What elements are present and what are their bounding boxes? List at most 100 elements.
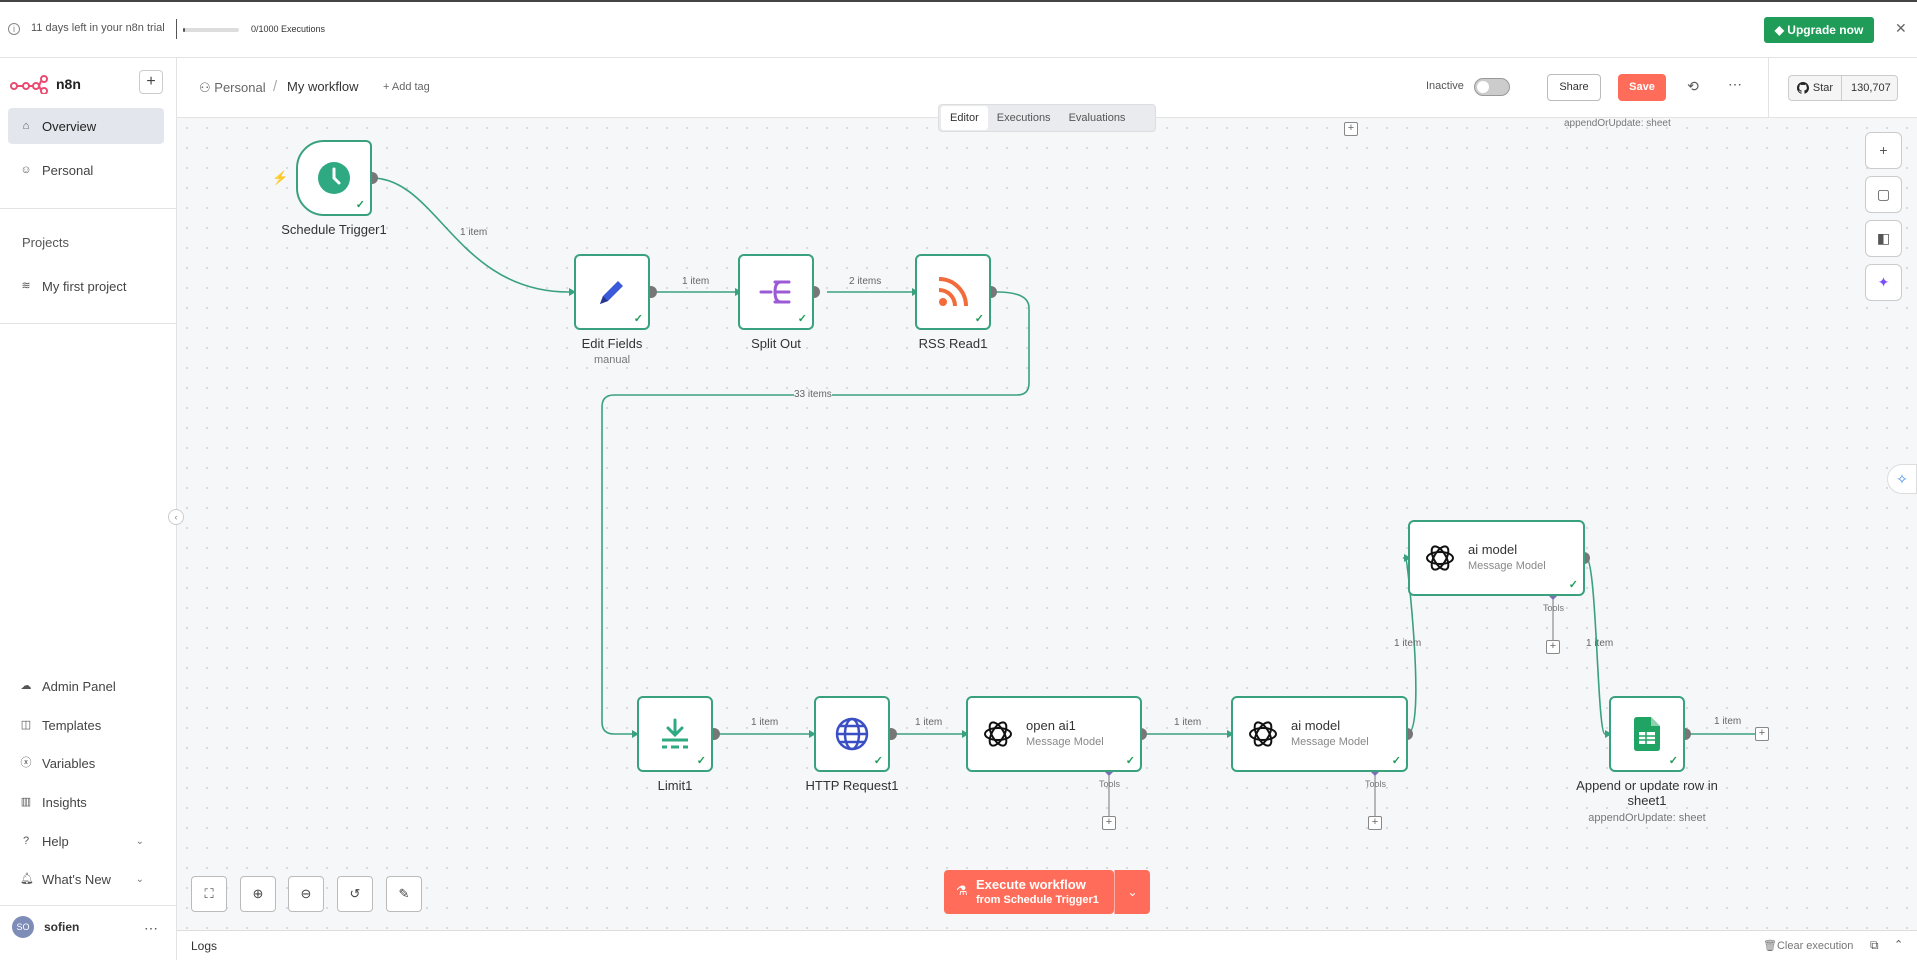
user-menu[interactable]: SO sofien xyxy=(12,916,79,938)
add-node-button[interactable]: + xyxy=(1755,727,1769,741)
sidebar-item-admin-panel[interactable]: ☁ Admin Panel xyxy=(8,668,164,704)
node-subtitle: Message Model xyxy=(1291,736,1369,748)
add-tool-button[interactable]: + xyxy=(1546,640,1560,654)
zoom-in-icon[interactable]: ⊕ xyxy=(240,876,276,912)
more-icon[interactable]: ⋯ xyxy=(1728,76,1742,93)
ai-assistant-icon[interactable]: ✦ xyxy=(1865,264,1902,301)
success-check-icon: ✓ xyxy=(1668,755,1678,767)
workflow-canvas[interactable]: + appendOrUpdate: sheet ✓ ⚡ Schedule Tri… xyxy=(177,118,1917,930)
add-node-button[interactable]: + xyxy=(1344,122,1358,136)
fit-view-icon[interactable]: ⛶ xyxy=(191,876,227,912)
upgrade-button[interactable]: ◆ Upgrade now xyxy=(1764,17,1874,43)
active-toggle[interactable] xyxy=(1474,78,1510,96)
app-name: n8n xyxy=(56,76,81,92)
node-edit-fields[interactable]: ✓ xyxy=(574,254,650,330)
github-icon xyxy=(1796,82,1809,94)
node-schedule-trigger[interactable]: ✓ xyxy=(296,140,372,216)
variable-icon: ⓧ xyxy=(20,757,32,769)
chevron-up-icon[interactable]: ⌃ xyxy=(1894,938,1903,951)
node-label: RSS Read1 xyxy=(918,336,988,351)
sidebar-divider xyxy=(0,208,177,209)
node-split-out[interactable]: ✓ xyxy=(738,254,814,330)
sidebar: n8n + ⌂ Overview ☺ Personal Projects ≋ M… xyxy=(0,58,177,960)
node-title: ai model xyxy=(1291,718,1341,733)
logo[interactable]: n8n xyxy=(10,74,81,94)
sidebar-item-my-first-project[interactable]: ≋ My first project xyxy=(8,268,164,304)
close-icon[interactable]: ✕ xyxy=(1895,20,1907,37)
tools-label: Tools xyxy=(1099,779,1121,789)
ask-assistant-icon[interactable]: ✧ xyxy=(1887,464,1917,494)
node-limit[interactable]: ✓ xyxy=(637,696,713,772)
user-icon: ⚇ xyxy=(199,80,215,95)
tools-label: Tools xyxy=(1543,603,1565,613)
add-tool-button[interactable]: + xyxy=(1368,816,1382,830)
execute-options-button[interactable]: ⌄ xyxy=(1114,870,1150,914)
chevron-down-icon: ⌄ xyxy=(135,835,144,847)
workflow-name[interactable]: My workflow xyxy=(287,79,359,94)
node-open-ai[interactable]: open ai1 Message Model ✓ xyxy=(966,696,1142,772)
pop-out-icon[interactable]: ⧉ xyxy=(1870,938,1879,953)
node-label: Split Out xyxy=(751,336,801,351)
n8n-logo-icon xyxy=(10,75,48,94)
add-node-panel-button[interactable]: + xyxy=(1865,132,1902,169)
tidy-up-icon[interactable]: ✎ xyxy=(386,876,422,912)
sticky-note-icon[interactable]: ▢ xyxy=(1865,176,1902,213)
node-http-request[interactable]: ✓ xyxy=(814,696,890,772)
create-button[interactable]: + xyxy=(139,70,163,94)
add-tool-button[interactable]: + xyxy=(1102,816,1116,830)
node-google-sheets[interactable]: ✓ xyxy=(1609,696,1685,772)
sidebar-item-insights[interactable]: ▥ Insights xyxy=(8,784,164,820)
connection-label: 33 items xyxy=(794,389,832,400)
node-subtitle: Message Model xyxy=(1026,736,1104,748)
tab-executions[interactable]: Executions xyxy=(988,106,1060,130)
breadcrumb-personal[interactable]: ⚇ Personal xyxy=(199,80,266,96)
github-star-count: 130,707 xyxy=(1851,82,1891,94)
sidebar-item-overview[interactable]: ⌂ Overview xyxy=(8,108,164,144)
add-tag-button[interactable]: + Add tag xyxy=(383,81,430,93)
logs-panel[interactable]: Logs 🗑︎Clear execution ⧉ ⌃ xyxy=(177,930,1917,960)
node-ai-model[interactable]: ai model Message Model ✓ xyxy=(1231,696,1408,772)
chevron-down-icon: ⌄ xyxy=(135,873,144,885)
sidebar-item-whats-new[interactable]: 🔔︎ What's New ⌄ xyxy=(8,861,164,897)
history-icon[interactable]: ⟲ xyxy=(1684,78,1702,96)
tab-evaluations[interactable]: Evaluations xyxy=(1060,106,1135,130)
pencil-icon xyxy=(600,281,623,304)
connection-label: 1 item xyxy=(682,276,710,287)
clear-execution-button[interactable]: 🗑︎Clear execution xyxy=(1763,939,1853,952)
more-icon[interactable]: ⋯ xyxy=(144,920,158,937)
collapse-sidebar-button[interactable]: ‹ xyxy=(168,509,184,525)
node-rss-read[interactable]: ✓ xyxy=(915,254,991,330)
reset-zoom-icon[interactable]: ↺ xyxy=(337,876,373,912)
share-button[interactable]: Share xyxy=(1547,74,1601,101)
node-ai-model[interactable]: ai model Message Model ✓ xyxy=(1408,520,1585,596)
sidebar-item-templates[interactable]: ◫ Templates xyxy=(8,707,164,743)
panel-toggle-icon[interactable]: ◧ xyxy=(1865,220,1902,257)
trial-text: 11 days left in your n8n trial xyxy=(31,22,165,34)
sidebar-item-help[interactable]: ? Help ⌄ xyxy=(8,823,164,859)
node-subtitle: appendOrUpdate: sheet xyxy=(1564,118,1671,129)
node-subtitle: manual xyxy=(593,354,631,366)
chart-icon: ▥ xyxy=(20,796,32,808)
success-check-icon: ✓ xyxy=(355,199,365,211)
cloud-icon: ☁ xyxy=(20,680,32,692)
sidebar-item-personal[interactable]: ☺ Personal xyxy=(8,152,164,188)
save-button[interactable]: Save xyxy=(1618,74,1666,101)
trash-icon: 🗑︎ xyxy=(1763,940,1777,952)
connection-label: 1 item xyxy=(915,717,943,728)
execute-workflow-button[interactable]: ⚗ Execute workflow from Schedule Trigger… xyxy=(944,870,1114,914)
zoom-out-icon[interactable]: ⊖ xyxy=(288,876,324,912)
logs-title: Logs xyxy=(191,939,218,953)
node-subtitle: appendOrUpdate: sheet xyxy=(1588,812,1706,824)
openai-icon xyxy=(984,721,1012,747)
github-star-button[interactable]: Star 130,707 xyxy=(1788,75,1898,101)
tab-editor[interactable]: Editor xyxy=(941,106,988,130)
sidebar-item-variables[interactable]: ⓧ Variables xyxy=(8,745,164,781)
diamond-icon: ◆ xyxy=(1774,23,1784,37)
sidebar-divider xyxy=(0,905,177,906)
user-name: sofien xyxy=(44,920,80,934)
node-label: Schedule Trigger1 xyxy=(281,222,387,237)
connections-layer xyxy=(366,172,1755,816)
rss-icon xyxy=(938,277,968,307)
tools-label: Tools xyxy=(1365,779,1387,789)
avatar: SO xyxy=(12,916,34,938)
